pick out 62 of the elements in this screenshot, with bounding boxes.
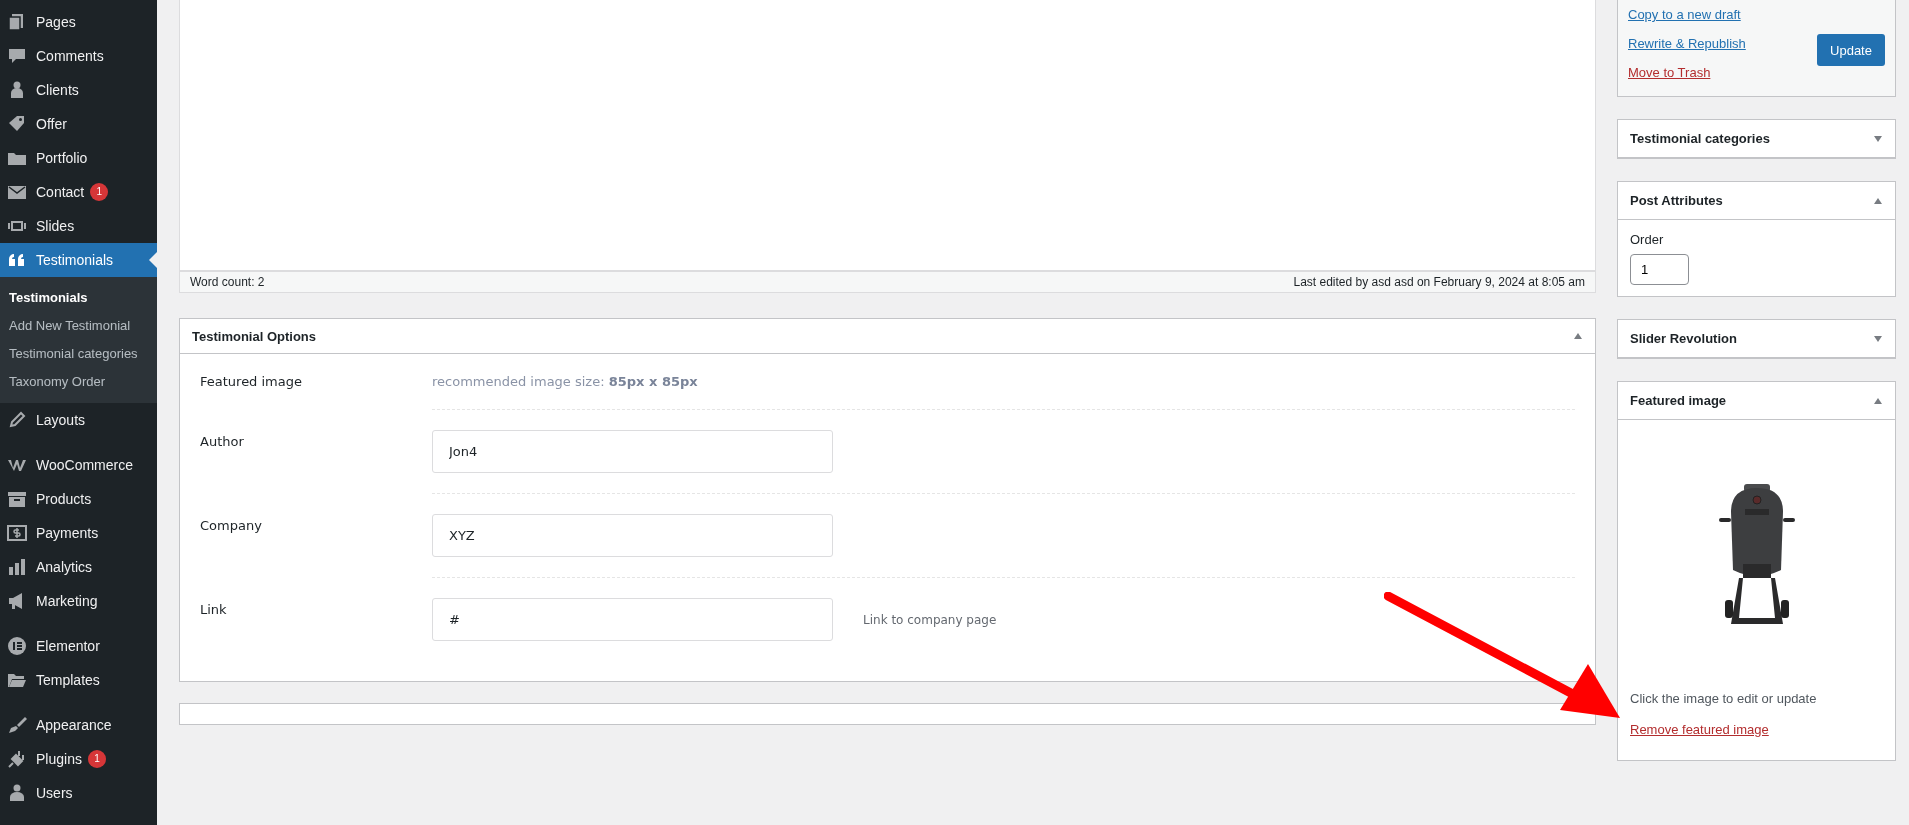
sidebar-menu-item[interactable]: Templates xyxy=(0,663,157,697)
sidebar-menu-item[interactable]: WooCommerce xyxy=(0,448,157,482)
hint-text: Link to company page xyxy=(863,612,997,627)
sidebar-menu-item[interactable]: Elementor xyxy=(0,629,157,663)
sidebar-menu-item[interactable]: Payments xyxy=(0,516,157,550)
bar-chart-icon xyxy=(7,557,27,577)
hint-text: recommended image size: 85px x 85px xyxy=(432,374,698,389)
grill-drawing[interactable] xyxy=(1718,484,1795,624)
archive-box-icon xyxy=(7,489,27,509)
person-icon xyxy=(7,783,27,803)
field-label: Author xyxy=(200,433,245,449)
submenu-item[interactable]: Testimonial categories xyxy=(0,340,157,368)
panel-title: Post Attributes xyxy=(1630,193,1723,208)
expand-arrow-icon[interactable] xyxy=(1873,333,1883,344)
sidebar-menu-item[interactable]: Slides xyxy=(0,209,157,243)
last-edited-text: Last edited by asd asd on February 9, 2024 at 8:05 am xyxy=(1293,275,1585,289)
panel-title: Slider Revolution xyxy=(1630,331,1737,346)
word-count: Word count: 2 xyxy=(190,275,265,289)
sidebar-menu-item[interactable]: Portfolio xyxy=(0,141,157,175)
submenu-item[interactable]: Add New Testimonial xyxy=(0,312,157,340)
update-button[interactable]: Update xyxy=(1817,34,1885,66)
text-input-field[interactable]: XYZ xyxy=(432,514,833,557)
collapse-arrow-icon[interactable] xyxy=(1573,331,1583,341)
field-label: Company xyxy=(200,517,263,533)
sidebar-menu-item[interactable]: Plugins 1 xyxy=(0,742,157,776)
dollar-icon xyxy=(7,523,27,543)
order-input-field[interactable]: 1 xyxy=(1630,254,1689,285)
sidebar-menu-item[interactable]: Clients xyxy=(0,73,157,107)
panel-title: Featured image xyxy=(1630,393,1727,408)
notification-badge: 1 xyxy=(87,750,106,768)
sidebar-menu-item[interactable]: Products xyxy=(0,482,157,516)
sidebar-menu-item[interactable]: Contact 1 xyxy=(0,175,157,209)
submenu-item[interactable]: Testimonials xyxy=(0,284,157,312)
sidebar-menu-item[interactable]: Users xyxy=(0,776,157,810)
speech-bubble-icon xyxy=(7,46,27,66)
sidebar-menu-item[interactable]: Analytics xyxy=(0,550,157,584)
paintbrush-icon xyxy=(7,715,27,735)
sidebar-menu-item[interactable]: Offer xyxy=(0,107,157,141)
field-label: Link xyxy=(200,601,228,617)
text-input-field[interactable]: Jon4 xyxy=(432,430,833,473)
remove-image-link[interactable]: Remove featured image xyxy=(1630,722,1769,737)
sidebar-menu-item[interactable]: Comments xyxy=(0,39,157,73)
panel-title: Testimonial Options xyxy=(192,328,316,344)
field-label: Order xyxy=(1630,232,1665,247)
panel-title: Testimonial categories xyxy=(1630,131,1770,146)
field-label: Featured image xyxy=(200,374,303,389)
action-link[interactable]: Copy to a new draft xyxy=(1628,7,1746,22)
plug-icon xyxy=(7,749,27,769)
action-link[interactable]: Rewrite & Republish xyxy=(1628,36,1746,51)
trash-link[interactable]: Move to Trash xyxy=(1628,65,1746,80)
text-input-field[interactable]: # xyxy=(432,598,833,641)
circle-e-icon xyxy=(7,636,27,656)
notification-badge: 1 xyxy=(90,183,109,201)
sidebar-menu-item[interactable]: Marketing xyxy=(0,584,157,618)
sidebar-menu-item[interactable]: Pages xyxy=(0,5,157,39)
sidebar-menu-item[interactable]: Appearance xyxy=(0,708,157,742)
pencil-icon xyxy=(7,410,27,430)
submenu-item[interactable]: Taxonomy Order xyxy=(0,368,157,396)
expand-arrow-icon[interactable] xyxy=(1873,133,1883,144)
sidebar-menu-item[interactable]: Layouts xyxy=(0,403,157,437)
sidebar-menu-item[interactable]: Testimonials xyxy=(0,243,157,277)
hint-text: Click the image to edit or update xyxy=(1630,691,1817,706)
